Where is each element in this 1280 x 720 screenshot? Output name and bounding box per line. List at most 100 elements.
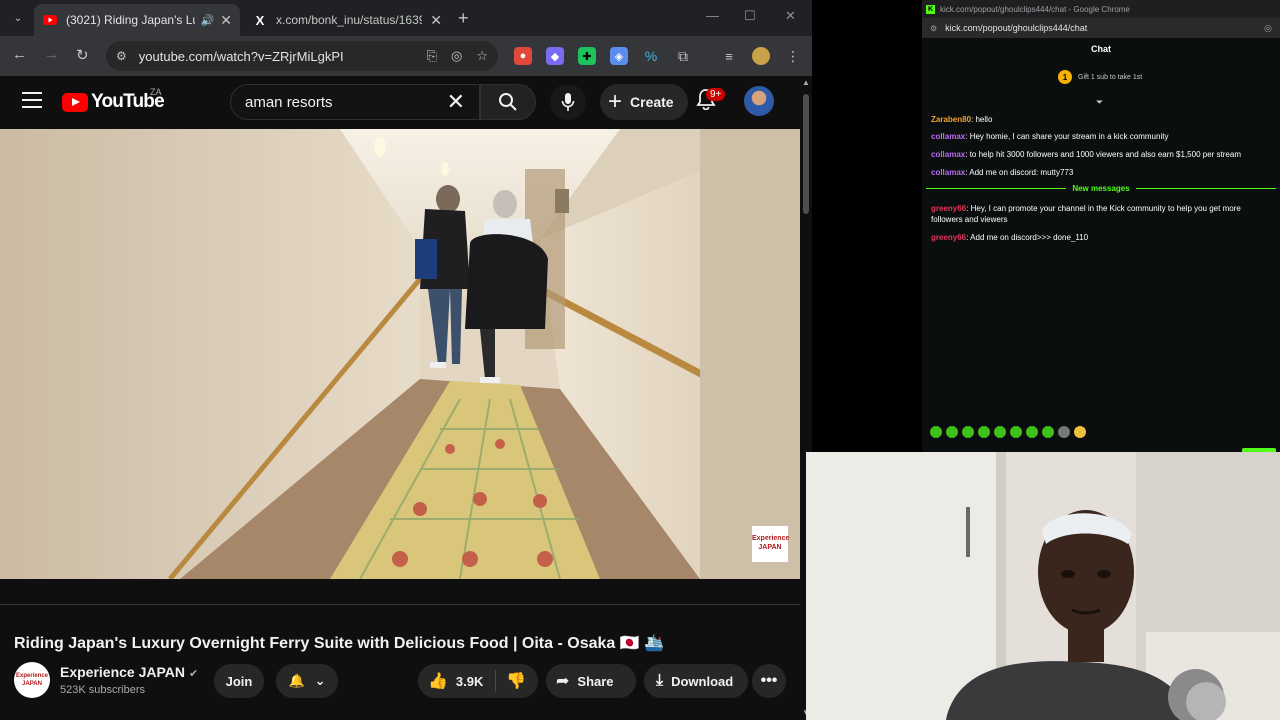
channel-avatar[interactable]: Experience JAPAN (14, 662, 50, 698)
video-watermark: Experience JAPAN (752, 526, 789, 562)
browser-menu-icon[interactable]: ⋮ (784, 47, 802, 65)
subscriber-count: 523K subscribers (60, 684, 145, 696)
tab-x[interactable]: X x.com/bonk_inu/status/163970 ✕ (244, 4, 450, 36)
create-label: Create (630, 94, 674, 110)
emote-icon[interactable] (1010, 426, 1022, 438)
country-code: ZA (150, 87, 162, 97)
emote-icon[interactable] (1074, 426, 1086, 438)
search-icon (499, 93, 517, 111)
chat-url: kick.com/popout/ghoulclips444/chat (945, 23, 1088, 33)
browser-toolbar: ← → ↻ ⚙ youtube.com/watch?v=ZRjrMiLgkPI … (0, 36, 812, 76)
notification-count-badge: 9+ (706, 88, 726, 101)
chat-username[interactable]: collamax (931, 132, 965, 141)
close-tab-icon[interactable]: ✕ (430, 12, 442, 29)
kick-favicon-icon: K (926, 4, 935, 14)
microphone-icon (561, 93, 575, 111)
back-icon[interactable]: ← (12, 46, 27, 63)
join-button[interactable]: Join (214, 664, 264, 698)
youtube-masthead: YouTube ZA aman resorts ✕ + Create 9+ (0, 76, 800, 128)
plus-icon: + (608, 88, 623, 115)
emote-icon[interactable] (994, 426, 1006, 438)
emote-icon[interactable] (1058, 426, 1070, 438)
gift-banner-text: Gift 1 sub to take 1st (1078, 73, 1143, 81)
thumbs-down-icon[interactable]: 👎 (506, 671, 526, 691)
share-button[interactable]: ➦ Share (546, 664, 636, 698)
chat-username[interactable]: greeny66 (931, 204, 966, 213)
close-tab-icon[interactable]: ✕ (220, 12, 232, 29)
tab-youtube[interactable]: (3021) Riding Japan's Luxury 🔊 ✕ (34, 4, 240, 36)
chat-text: to help hit 3000 followers and 1000 view… (969, 150, 1241, 159)
close-window-icon[interactable]: ✕ (785, 8, 796, 24)
reload-icon[interactable]: ↻ (76, 46, 89, 64)
tracking-protection-icon[interactable]: ◎ (1264, 23, 1272, 34)
search-input[interactable]: aman resorts ✕ (230, 84, 480, 120)
site-info-icon[interactable]: ⚙ (930, 24, 937, 33)
new-messages-divider: New messages (926, 184, 1276, 193)
extension-fox-icon[interactable]: ● (514, 47, 532, 65)
bookmark-star-icon[interactable]: ☆ (476, 48, 488, 64)
speaker-icon[interactable]: 🔊 (201, 14, 215, 27)
emote-icon[interactable] (962, 426, 974, 438)
extension-grid-icon[interactable]: ✚ (578, 47, 596, 65)
clear-search-icon[interactable]: ✕ (447, 89, 465, 115)
new-tab-icon[interactable]: + (458, 8, 469, 29)
download-icon: ⤓ (656, 672, 664, 689)
scroll-up-icon[interactable]: ▲ (802, 78, 810, 87)
emote-icon[interactable] (978, 426, 990, 438)
more-actions-button[interactable]: ••• (752, 664, 786, 698)
search-button[interactable] (480, 84, 536, 120)
gift-sub-banner[interactable]: 1 Gift 1 sub to take 1st (1058, 70, 1142, 84)
address-bar[interactable]: ⚙ youtube.com/watch?v=ZRjrMiLgkPI ⎘ ◎ ☆ (106, 41, 498, 71)
download-label: Download (671, 673, 734, 689)
scrollbar-thumb[interactable] (803, 94, 809, 214)
tab-search-icon[interactable]: ⌄ (8, 8, 28, 28)
create-button[interactable]: + Create (600, 84, 688, 120)
chat-address-bar[interactable]: ⚙ kick.com/popout/ghoulclips444/chat ◎ (922, 18, 1280, 38)
extension-shield-icon[interactable]: ◈ (610, 47, 628, 65)
maximize-icon[interactable]: ☐ (744, 8, 756, 24)
video-player[interactable]: Experience JAPAN (0, 129, 800, 579)
forward-icon[interactable]: → (44, 46, 59, 63)
emote-icon[interactable] (946, 426, 958, 438)
new-messages-label: New messages (1072, 184, 1130, 193)
account-avatar[interactable] (744, 86, 774, 116)
site-info-icon[interactable]: ⚙ (116, 49, 127, 63)
chat-username[interactable]: greeny66 (931, 233, 966, 242)
tab-title: (3021) Riding Japan's Luxury (66, 13, 195, 27)
chat-username[interactable]: collamax (931, 150, 965, 159)
chat-username[interactable]: Zaraben80 (931, 115, 971, 124)
chat-username[interactable]: collamax (931, 168, 965, 177)
youtube-play-icon (62, 92, 88, 112)
extension-translate-icon[interactable]: % (642, 47, 660, 65)
emote-icon[interactable] (1026, 426, 1038, 438)
like-count[interactable]: 3.9K (456, 674, 483, 689)
download-button[interactable]: ⤓ Download (644, 664, 748, 698)
bell-icon: 🔔 (288, 673, 305, 688)
media-control-icon[interactable]: ≡ (720, 47, 738, 65)
youtube-logo[interactable]: YouTube ZA (62, 87, 165, 113)
guide-menu-icon[interactable] (22, 92, 42, 113)
thumbs-up-icon[interactable]: 👍 (428, 671, 448, 691)
minimize-icon[interactable]: — (706, 8, 719, 23)
voice-search-button[interactable] (550, 84, 586, 120)
video-progress-bar[interactable] (0, 604, 800, 605)
profile-avatar-icon[interactable] (752, 47, 770, 65)
chat-message: collamax: to help hit 3000 followers and… (931, 150, 1241, 159)
chat-text: hello (975, 115, 993, 124)
channel-name[interactable]: Experience JAPAN (60, 664, 185, 680)
subscription-bell-button[interactable]: 🔔 ⌄ (276, 664, 338, 698)
verified-icon: ✔ (189, 668, 199, 680)
video-frame-hallway (0, 129, 800, 579)
more-horizontal-icon: ••• (760, 672, 778, 689)
pinned-filter-icon[interactable]: ⏷ (1096, 97, 1103, 108)
tracking-protection-icon[interactable]: ◎ (451, 48, 462, 64)
channel-name-row[interactable]: Experience JAPAN ✔ (60, 664, 198, 680)
extension-cloud-icon[interactable]: ◆ (546, 47, 564, 65)
extensions-puzzle-icon[interactable]: ⧉ (674, 47, 692, 65)
youtube-favicon-icon (42, 12, 58, 28)
install-app-icon[interactable]: ⎘ (427, 48, 437, 64)
browser-window: ⌄ (3021) Riding Japan's Luxury 🔊 ✕ X x.c… (0, 0, 812, 720)
share-arrow-icon: ➦ (556, 673, 570, 690)
emote-icon[interactable] (930, 426, 942, 438)
emote-icon[interactable] (1042, 426, 1054, 438)
